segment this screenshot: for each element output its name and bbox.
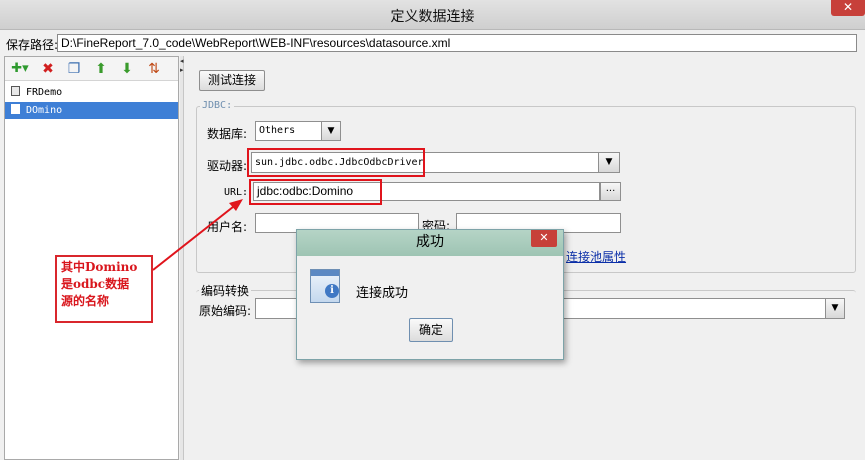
- dialog-close-icon[interactable]: ✕: [531, 230, 557, 247]
- info-icon-bar: [311, 270, 339, 276]
- annotation-callout: 其中Domino 是odbc数据 源的名称: [55, 255, 153, 323]
- info-icon-badge: i: [325, 284, 339, 298]
- callout-line: 是odbc数据: [61, 277, 130, 291]
- callout-line: 源的名称: [61, 294, 110, 308]
- dialog-message: 连接成功: [356, 286, 409, 301]
- success-dialog: 成功 ✕ i 连接成功 确定: [296, 229, 564, 360]
- ok-button[interactable]: 确定: [409, 318, 453, 342]
- dialog-title: 成功: [297, 230, 563, 256]
- callout-line: 其中Domino: [61, 260, 138, 274]
- info-icon: i: [310, 269, 340, 303]
